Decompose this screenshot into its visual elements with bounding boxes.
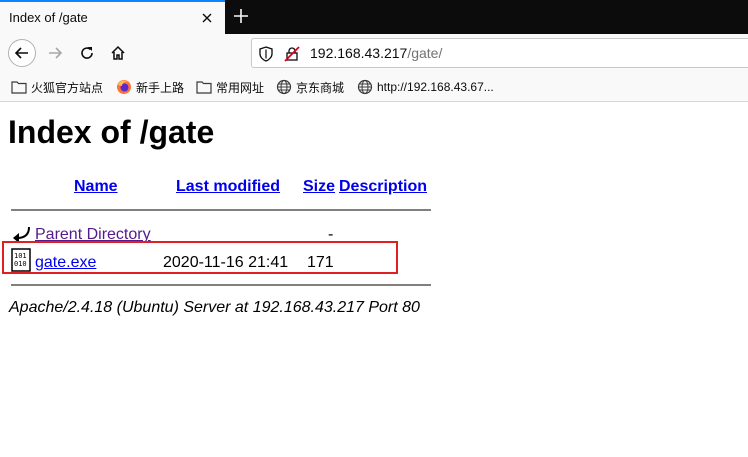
folder-icon bbox=[11, 81, 27, 94]
column-header-name[interactable]: Name bbox=[74, 178, 118, 196]
server-signature: Apache/2.4.18 (Ubuntu) Server at 192.168… bbox=[9, 299, 420, 316]
bookmark-label: 常用网址 bbox=[216, 80, 265, 95]
bookmark-label: http://192.168.43.67... bbox=[377, 80, 494, 94]
url-text[interactable]: 192.168.43.217/gate/ bbox=[310, 45, 442, 61]
tab-title: Index of /gate bbox=[9, 10, 88, 25]
back-arrow-icon bbox=[14, 47, 28, 59]
new-tab-icon[interactable] bbox=[232, 7, 250, 25]
bookmark-label: 新手上路 bbox=[136, 80, 185, 95]
globe-icon bbox=[276, 79, 292, 95]
url-host: 192.168.43.217 bbox=[310, 45, 408, 61]
reload-icon bbox=[81, 47, 93, 59]
insecure-lock-icon[interactable] bbox=[284, 46, 300, 62]
column-header-size[interactable]: Size bbox=[303, 178, 335, 196]
bookmark-item[interactable]: 京东商城 bbox=[276, 78, 344, 96]
bookmark-item[interactable]: 火狐官方站点 bbox=[11, 78, 103, 96]
forward-button[interactable] bbox=[41, 39, 69, 67]
highlight-box bbox=[2, 241, 398, 274]
column-header-description[interactable]: Description bbox=[339, 178, 427, 196]
page-title: Index of /gate bbox=[8, 114, 215, 150]
close-icon[interactable] bbox=[199, 10, 215, 26]
divider bbox=[11, 209, 431, 211]
tab-active[interactable]: Index of /gate bbox=[0, 0, 225, 34]
folder-icon bbox=[196, 81, 212, 94]
reload-button[interactable] bbox=[73, 39, 101, 67]
globe-icon bbox=[357, 79, 373, 95]
home-button[interactable] bbox=[104, 39, 132, 67]
forward-arrow-icon bbox=[49, 47, 63, 59]
home-icon bbox=[111, 45, 125, 60]
firefox-icon bbox=[117, 80, 131, 94]
back-button[interactable] bbox=[8, 39, 36, 67]
page-content: Index of /gate Name Last modified Size D… bbox=[0, 102, 748, 457]
bookmark-item[interactable]: 常用网址 bbox=[196, 78, 264, 96]
url-bar[interactable]: 192.168.43.217/gate/ bbox=[251, 38, 748, 68]
nav-toolbar: 192.168.43.217/gate/ bbox=[0, 34, 748, 72]
column-header-last-modified[interactable]: Last modified bbox=[176, 178, 280, 196]
bookmarks-toolbar: 火狐官方站点 新手上路 常用网址 京东商城 http://192.168.43.… bbox=[0, 72, 748, 102]
shield-icon[interactable] bbox=[259, 46, 273, 62]
bookmark-label: 京东商城 bbox=[296, 80, 345, 95]
bookmark-item[interactable]: 新手上路 bbox=[116, 78, 184, 96]
tab-strip: Index of /gate bbox=[0, 0, 748, 34]
divider bbox=[11, 284, 431, 286]
bookmark-label: 火狐官方站点 bbox=[31, 80, 104, 95]
url-path: /gate/ bbox=[407, 45, 443, 61]
bookmark-item[interactable]: http://192.168.43.67... bbox=[357, 78, 494, 96]
